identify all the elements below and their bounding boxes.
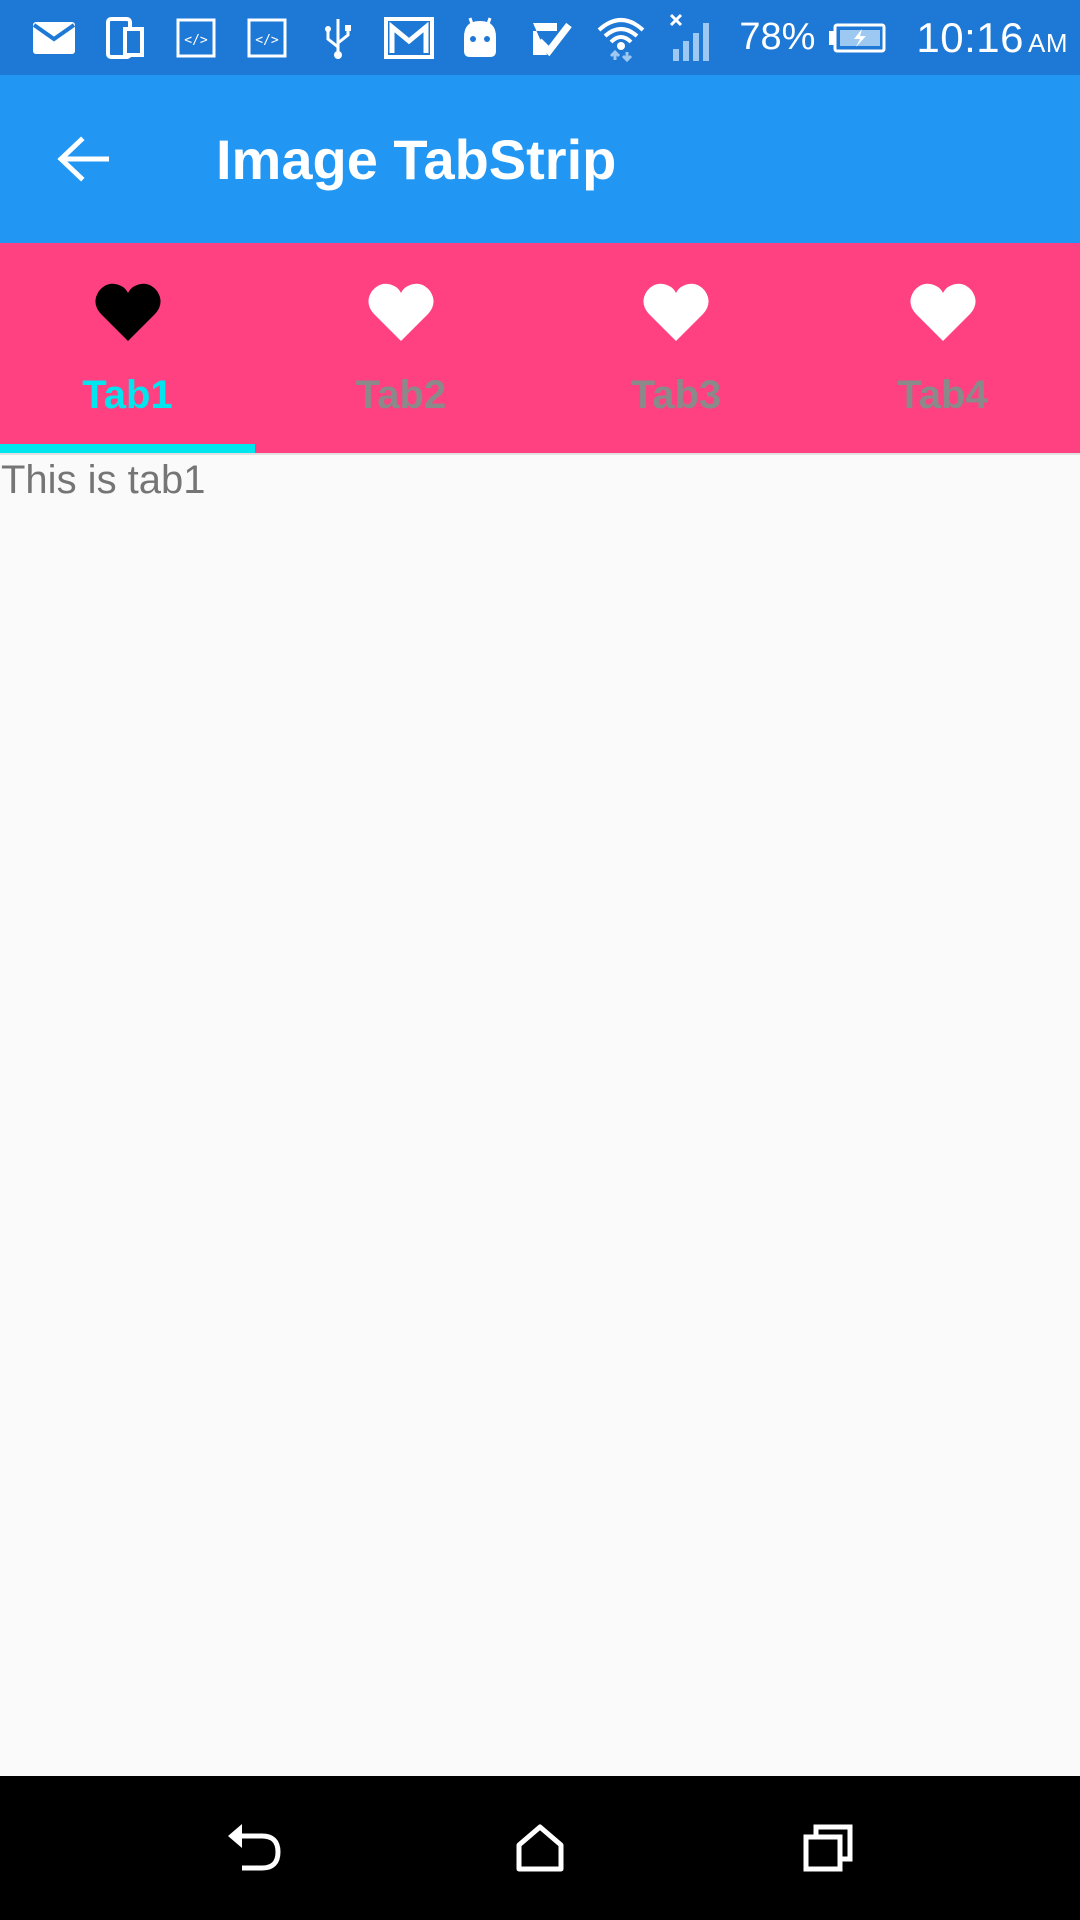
nav-back-button[interactable] <box>202 1796 306 1900</box>
navigation-bar <box>0 1776 1080 1920</box>
clock-ampm: AM <box>1027 27 1068 58</box>
phone-tablet-icon <box>97 10 153 66</box>
code-icon: </> <box>168 10 224 66</box>
tab-2-label: Tab2 <box>355 373 447 417</box>
tab-selection-indicator <box>0 444 255 453</box>
tab-strip: Tab1 Tab2 Tab3 Tab4 <box>0 243 1080 453</box>
svg-text:</>: </> <box>255 33 279 48</box>
arrow-back-icon <box>57 136 109 182</box>
tab-content-text: This is tab1 <box>1 458 206 502</box>
app-bar: Image TabStrip <box>0 75 1080 243</box>
page-title: Image TabStrip <box>216 127 617 191</box>
gmail-icon <box>381 10 437 66</box>
tab-2[interactable]: Tab2 <box>255 243 547 453</box>
code-icon: </> <box>239 10 295 66</box>
recents-icon <box>803 1824 853 1872</box>
svg-text:</>: </> <box>184 33 208 48</box>
battery-charging-icon <box>827 10 887 66</box>
clock: 10:16 AM <box>916 14 1068 62</box>
usb-icon <box>310 10 366 66</box>
signal-icon <box>664 10 720 66</box>
tab-4[interactable]: Tab4 <box>805 243 1080 453</box>
status-bar: </> </> 78% 10:16 AM <box>0 0 1080 75</box>
check-icon <box>523 10 579 66</box>
heart-icon <box>94 283 161 341</box>
heart-icon <box>643 283 709 341</box>
back-button[interactable] <box>52 128 114 190</box>
clock-time: 10:16 <box>916 13 1024 61</box>
tab-1-label: Tab1 <box>82 373 173 417</box>
wifi-icon <box>594 10 650 66</box>
back-nav-icon <box>228 1824 281 1871</box>
tab-1[interactable]: Tab1 <box>0 243 255 453</box>
android-icon <box>452 10 508 66</box>
nav-home-button[interactable] <box>488 1796 592 1900</box>
nav-recents-button[interactable] <box>776 1796 880 1900</box>
mail-icon <box>26 10 82 66</box>
tab-3[interactable]: Tab3 <box>547 243 805 453</box>
battery-percentage: 78% <box>739 16 816 58</box>
tab-3-label: Tab3 <box>630 373 722 417</box>
heart-icon <box>909 283 976 341</box>
tab-divider <box>0 453 1080 455</box>
tab-4-label: Tab4 <box>897 373 988 417</box>
heart-icon <box>368 283 434 341</box>
home-icon <box>516 1824 564 1872</box>
